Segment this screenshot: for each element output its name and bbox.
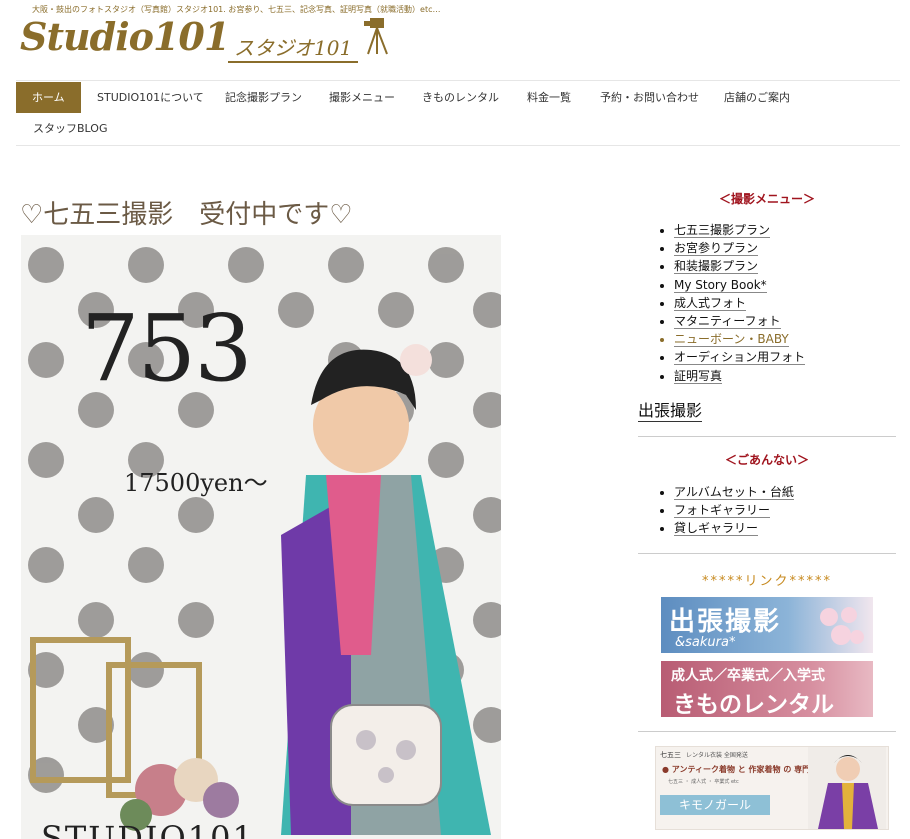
banner-line1: 成人式／卒業式／入学式: [671, 668, 825, 685]
page-title: ♡七五三撮影 受付中です♡: [20, 200, 353, 230]
banner3-headline: ● アンティーク着物 と 作家着物 の 専門店: [662, 765, 819, 775]
dispatch-photo-banner[interactable]: 出張撮影 &sakura*: [661, 597, 873, 654]
sidebar-item-rental-gallery[interactable]: 貸しギャラリー: [674, 519, 896, 537]
nav-item-commemorative-plan[interactable]: 記念撮影プラン: [225, 82, 302, 113]
site-logo-kana[interactable]: スタジオ101: [228, 32, 359, 63]
banner3-name: キモノガール: [660, 795, 770, 816]
sidebar-item-maternity[interactable]: マタニティーフォト: [674, 312, 896, 330]
banner-line2: きものレンタル: [673, 692, 834, 718]
main-nav: ホーム STUDIO101について 記念撮影プラン 撮影メニュー きものレンタル…: [16, 80, 900, 146]
sidebar-guide-list: アルバムセット・台紙 フォトギャラリー 貸しギャラリー: [638, 483, 896, 538]
sidebar-divider: [638, 435, 896, 437]
banner3-small: レンタル衣装 全国発送: [686, 752, 748, 760]
hero-watermark: STUDIO101: [41, 819, 255, 839]
sidebar: ＜撮影メニュー＞ 七五三撮影プラン お宮参りプラン 和装撮影プラン My Sto…: [638, 188, 896, 831]
hero-number: 753: [81, 295, 253, 402]
nav-item-home[interactable]: ホーム: [16, 82, 81, 113]
kimono-girl-banner[interactable]: 七五三 レンタル衣装 全国発送 ● アンティーク着物 と 作家着物 の 専門店 …: [655, 746, 889, 831]
nav-item-kimono-rental[interactable]: きものレンタル: [422, 82, 499, 113]
sidebar-item-753-plan[interactable]: 七五三撮影プラン: [674, 221, 896, 239]
cherry-blossom-icon: [815, 603, 865, 649]
hero-image: 753 17500yen～ STUDIO101: [21, 235, 501, 839]
sidebar-item-newborn[interactable]: ニューボーン・BABY: [674, 330, 896, 348]
sidebar-item-seijinshiki[interactable]: 成人式フォト: [674, 294, 896, 312]
sidebar-item-album[interactable]: アルバムセット・台紙: [674, 483, 896, 501]
nav-item-about[interactable]: STUDIO101について: [97, 82, 204, 113]
sidebar-item-wasou-plan[interactable]: 和装撮影プラン: [674, 257, 896, 275]
banner3-brand: 七五三: [660, 751, 681, 760]
sidebar-item-omiyamairi-plan[interactable]: お宮参りプラン: [674, 239, 896, 257]
hero-price: 17500yen～: [124, 469, 268, 497]
sidebar-item-id-photo[interactable]: 証明写真: [674, 367, 896, 385]
sidebar-divider: [638, 553, 896, 555]
nav-item-staff-blog[interactable]: スタッフBLOG: [33, 113, 107, 144]
kimono-rental-banner[interactable]: 成人式／卒業式／入学式 きものレンタル: [661, 661, 873, 718]
sidebar-item-photo-gallery[interactable]: フォトギャラリー: [674, 501, 896, 519]
site-header: 大阪・鼓出のフォトスタジオ（写真館）スタジオ101. お宮参り、七五三、記念写真…: [20, 4, 441, 64]
kimono-girl-photo: [808, 747, 886, 830]
sidebar-divider: [638, 731, 896, 733]
sidebar-menu-heading: ＜撮影メニュー＞: [718, 192, 815, 206]
nav-item-price-list[interactable]: 料金一覧: [527, 82, 571, 113]
banner3-detail: 七五三 ・ 成人式 ・ 卒業式 etc: [668, 779, 739, 786]
sidebar-dispatch-link[interactable]: 出張撮影: [638, 401, 703, 422]
nav-item-store-guide[interactable]: 店舗のご案内: [724, 82, 790, 113]
sidebar-links-heading: *****リンク*****: [701, 574, 832, 590]
nav-item-reservation[interactable]: 予約・お問い合わせ: [600, 82, 699, 113]
site-logo[interactable]: Studio101: [20, 14, 230, 59]
banner-subtitle: &sakura*: [675, 635, 736, 651]
sidebar-menu-list: 七五三撮影プラン お宮参りプラン 和装撮影プラン My Story Book* …: [638, 221, 896, 385]
nav-item-photo-menu[interactable]: 撮影メニュー: [329, 82, 395, 113]
banner-title: 出張撮影: [669, 607, 782, 638]
sidebar-guide-heading: ＜ごあんない＞: [724, 452, 809, 467]
sidebar-item-my-story-book[interactable]: My Story Book*: [674, 276, 896, 294]
camera-tripod-icon: [364, 18, 388, 55]
sidebar-item-audition[interactable]: オーディション用フォト: [674, 348, 896, 366]
